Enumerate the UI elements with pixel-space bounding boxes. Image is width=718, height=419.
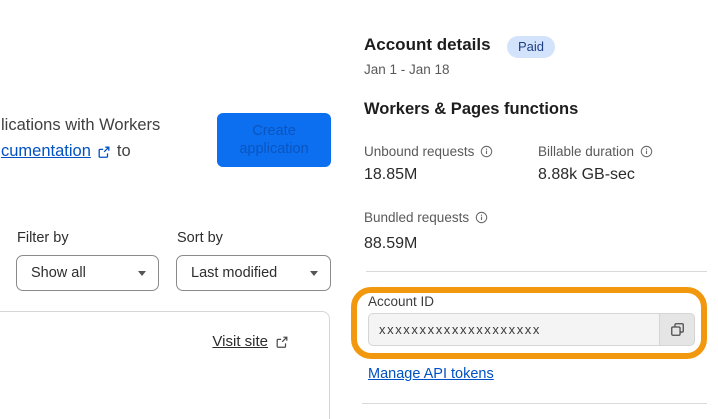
account-id-input[interactable] [368,313,659,346]
account-id-field-group [368,313,695,346]
sort-by-label: Sort by [177,230,223,246]
workers-pages-functions-title: Workers & Pages functions [364,100,579,118]
intro-text-suffix: to [116,142,131,160]
intro-text-line1: lications with Workers [1,116,161,134]
unbound-requests-label: Unbound requests [364,144,493,159]
create-application-button[interactable]: Create application [217,113,331,167]
visit-site-label: Visit site [212,333,268,350]
chevron-down-icon [138,270,146,276]
intro-text-line2: cumentation to [1,142,131,161]
filter-dropdown[interactable]: Show all [16,255,159,291]
filter-by-label: Filter by [17,230,69,246]
info-icon[interactable] [640,145,653,158]
documentation-link[interactable]: cumentation [1,142,91,161]
billable-duration-label: Billable duration [538,144,653,159]
bundled-requests-value: 88.59M [364,235,418,252]
external-link-icon [97,145,111,159]
external-link-icon [275,335,289,349]
unbound-requests-value: 18.85M [364,166,418,183]
sort-dropdown[interactable]: Last modified [176,255,331,291]
account-id-label: Account ID [368,294,435,309]
filter-dropdown-value: Show all [31,265,86,281]
paid-plan-badge: Paid [507,36,556,58]
account-details-title: Account details [364,35,491,54]
visit-site-link[interactable]: Visit site [212,333,289,350]
bundled-requests-label: Bundled requests [364,210,488,225]
info-icon[interactable] [480,145,493,158]
workers-pages-dashboard: lications with Workers cumentation to Cr… [0,0,718,419]
project-card: Visit site [0,311,330,419]
chevron-down-icon [310,270,318,276]
divider [366,271,707,272]
billing-date-range: Jan 1 - Jan 18 [364,62,450,77]
divider [362,403,707,404]
copy-icon [669,321,686,338]
info-icon[interactable] [475,211,488,224]
sort-dropdown-value: Last modified [191,265,278,281]
manage-api-tokens-link[interactable]: Manage API tokens [368,366,494,382]
copy-account-id-button[interactable] [659,313,695,346]
billable-duration-value: 8.88k GB-sec [538,166,635,183]
